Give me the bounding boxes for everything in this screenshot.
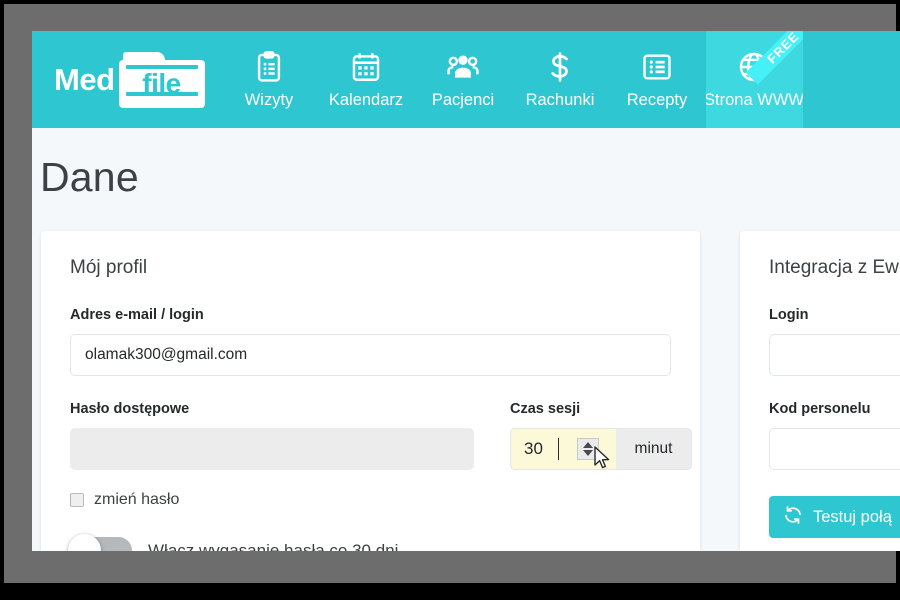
password-field-group: Hasło dostępowe xyxy=(70,401,474,470)
nav-label-wizyty: Wizyty xyxy=(244,90,294,109)
password-expiry-row[interactable]: Włącz wygasanie hasła co 30 dni xyxy=(68,534,671,552)
brand-logo[interactable]: Med file xyxy=(32,31,221,128)
integration-card: Integracja z Ew Login Kod personelu Test… xyxy=(740,231,900,551)
stepper-down-icon[interactable] xyxy=(583,450,593,456)
test-connection-label: Testuj połą xyxy=(813,507,892,526)
change-password-checkbox[interactable] xyxy=(70,493,84,507)
number-stepper[interactable] xyxy=(577,438,599,460)
navbar-items: Wizyty Kalendarz Pacjenci Rachunki Recep… xyxy=(221,31,900,128)
nav-label-rachunki: Rachunki xyxy=(525,90,595,109)
calendar-icon xyxy=(349,50,383,84)
integration-staff-code-input[interactable] xyxy=(769,428,900,470)
session-unit-addon: minut xyxy=(616,428,692,470)
main-navbar: Med file Wizyty Kalendarz Pacjenci Rachu… xyxy=(32,31,900,128)
nav-label-pacjenci: Pacjenci xyxy=(431,90,495,109)
nav-item-pacjenci[interactable]: Pacjenci xyxy=(415,31,512,128)
brand-text-file: file xyxy=(142,67,181,99)
integration-staff-code-label: Kod personelu xyxy=(769,401,871,417)
clipboard-icon xyxy=(252,50,286,84)
nav-label-strona-www: Strona WWW xyxy=(705,90,803,109)
list-icon xyxy=(640,50,674,84)
password-input[interactable] xyxy=(70,428,474,470)
text-caret xyxy=(558,438,559,460)
change-password-label: zmień hasło xyxy=(94,491,180,508)
change-password-row[interactable]: zmień hasło xyxy=(70,491,671,509)
password-expiry-label: Włącz wygasanie hasła co 30 dni xyxy=(148,540,399,552)
integration-login-input[interactable] xyxy=(769,334,900,376)
email-label: Adres e-mail / login xyxy=(70,307,204,323)
screenshot-root: Med file Wizyty Kalendarz Pacjenci Rachu… xyxy=(0,0,900,600)
nav-item-wizyty[interactable]: Wizyty xyxy=(221,31,318,128)
integration-login-label: Login xyxy=(769,307,809,323)
nav-item-kalendarz[interactable]: Kalendarz xyxy=(318,31,415,128)
integration-card-title: Integracja z Ew xyxy=(769,257,899,278)
nav-item-strona-www[interactable]: FREE Strona WWW xyxy=(705,31,803,128)
brand-text-med: Med xyxy=(54,61,115,97)
profile-card-title: Mój profil xyxy=(70,257,148,278)
test-connection-button[interactable]: Testuj połą xyxy=(769,496,900,538)
session-input-group: minut xyxy=(510,428,692,470)
page-title: Dane xyxy=(40,154,139,200)
nav-label-kalendarz: Kalendarz xyxy=(328,90,404,109)
app-viewport: Med file Wizyty Kalendarz Pacjenci Rachu… xyxy=(32,31,900,551)
profile-card: Mój profil Adres e-mail / login Hasło do… xyxy=(41,231,700,551)
nav-item-recepty[interactable]: Recepty xyxy=(609,31,706,128)
refresh-icon xyxy=(783,505,803,530)
session-spin-wrapper xyxy=(510,428,616,470)
password-expiry-toggle[interactable] xyxy=(68,534,132,551)
content-area: Mój profil Adres e-mail / login Hasło do… xyxy=(32,201,900,551)
password-label: Hasło dostępowe xyxy=(70,401,190,417)
nav-item-rachunki[interactable]: Rachunki xyxy=(512,31,609,128)
stepper-up-icon[interactable] xyxy=(583,442,593,448)
dollar-icon xyxy=(543,50,577,84)
people-icon xyxy=(446,50,480,84)
password-session-row: Hasło dostępowe Czas sesji 30 minut xyxy=(70,401,692,470)
folder-icon: file xyxy=(118,51,205,108)
toggle-knob xyxy=(68,534,101,551)
nav-label-recepty: Recepty xyxy=(626,90,688,109)
integration-staff-code-group: Kod personelu xyxy=(769,401,900,470)
email-input[interactable] xyxy=(70,334,671,376)
session-field-group: Czas sesji 30 minut xyxy=(510,401,692,470)
session-label: Czas sesji xyxy=(510,401,581,417)
session-input[interactable] xyxy=(510,428,616,470)
integration-login-group: Login xyxy=(769,307,900,376)
email-field-group: Adres e-mail / login xyxy=(70,307,671,376)
